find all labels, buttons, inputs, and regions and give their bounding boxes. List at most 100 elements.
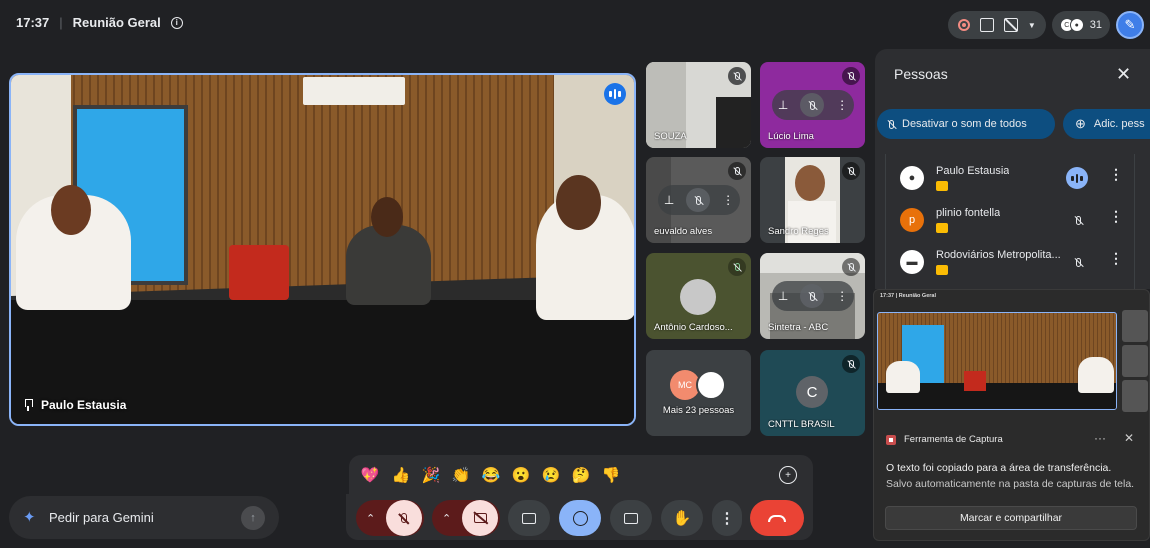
camera-toggle-button[interactable] <box>462 500 498 536</box>
pin-icon[interactable]: ⊥ <box>778 98 788 112</box>
close-icon[interactable]: ✕ <box>1116 64 1131 85</box>
markup-share-button[interactable]: Marcar e compartilhar <box>885 506 1137 530</box>
more-vert-icon[interactable]: ⋮ <box>722 193 734 207</box>
more-vert-icon[interactable]: ⋮ <box>836 98 848 112</box>
send-arrow-icon[interactable]: ↑ <box>241 505 265 530</box>
participant-tile[interactable]: ⊥ ⋮ Sintetra - ABC <box>760 253 865 339</box>
emoji-laugh[interactable]: 😂 <box>480 464 502 486</box>
emoji-reactions-button[interactable] <box>559 500 601 536</box>
tile-name: SOUZA <box>654 131 687 142</box>
participant-name: plinio fontella <box>936 207 1001 219</box>
captions-button[interactable] <box>610 500 652 536</box>
tile-name: Lúcio Lima <box>768 131 814 142</box>
host-badge-icon <box>936 265 948 275</box>
mute-participant-icon[interactable] <box>800 284 825 308</box>
more-people-tile[interactable]: MC Mais 23 pessoas <box>646 350 751 436</box>
main-video-tile[interactable]: Paulo Estausia <box>9 73 636 426</box>
participant-row[interactable]: ▬ Rodoviários Metropolita... ⋮ <box>900 244 1125 284</box>
toast-header: Ferramenta de Captura <box>886 434 1003 445</box>
emoji-surprised[interactable]: 😮 <box>510 464 532 486</box>
mute-participant-icon[interactable] <box>800 93 825 117</box>
participant-row[interactable]: p plinio fontella ⋮ <box>900 202 1125 242</box>
close-icon[interactable]: ✕ <box>1124 431 1134 445</box>
participant-tile[interactable]: C CNTTL BRASIL <box>760 350 865 436</box>
emoji-heart[interactable]: 💖 <box>359 464 381 486</box>
meeting-controls: ⌃ ⌃ ✋ ⋮ <box>346 494 813 540</box>
emoji-party[interactable]: 🎉 <box>420 464 442 486</box>
preview-header: 17:37 | Reunião Geral <box>880 293 936 299</box>
meeting-header: 17:37 | Reunião Geral i <box>16 15 183 30</box>
avatar <box>696 370 726 400</box>
emoji-sad[interactable]: 😢 <box>540 464 562 486</box>
avatar: ● <box>900 166 924 190</box>
participant-tile[interactable]: Antônio Cardoso... <box>646 253 751 339</box>
toast-app-name: Ferramenta de Captura <box>904 434 1003 445</box>
participant-tile[interactable]: ⊥ ⋮ Lúcio Lima <box>760 62 865 148</box>
emoji-thinking[interactable]: 🤔 <box>570 464 592 486</box>
hand-icon: ✋ <box>672 510 692 527</box>
mic-off-icon <box>728 162 746 180</box>
tile-name: euvaldo alves <box>654 226 713 237</box>
gemini-placeholder[interactable]: Pedir para Gemini <box>49 510 154 525</box>
add-people-button[interactable]: ⊕ Adic. pess <box>1063 109 1150 139</box>
snipping-tool-notification[interactable]: 17:37 | Reunião Geral Ferramenta de Capt… <box>873 289 1150 541</box>
more-vert-icon[interactable]: ⋮ <box>1109 250 1123 267</box>
end-call-button[interactable] <box>750 500 804 536</box>
present-screen-button[interactable] <box>508 500 550 536</box>
participant-tile[interactable]: Sandro Reges <box>760 157 865 243</box>
mic-off-icon[interactable] <box>1068 210 1088 230</box>
mic-toggle-button[interactable] <box>386 500 422 536</box>
tile-name: CNTTL BRASIL <box>768 419 835 430</box>
mic-off-icon <box>842 355 860 373</box>
panel-title: Pessoas <box>894 66 948 82</box>
pin-icon[interactable]: ⊥ <box>664 193 674 207</box>
emoji-thumbs-up[interactable]: 👍 <box>390 464 412 486</box>
mic-off-icon <box>401 513 407 523</box>
avatar: p <box>900 208 924 232</box>
mute-all-button[interactable]: Desativar o som de todos <box>877 109 1055 139</box>
capture-preview-image[interactable] <box>877 312 1117 410</box>
more-options-icon[interactable]: ··· <box>1094 431 1106 445</box>
smiley-icon <box>572 510 588 526</box>
people-count-pill[interactable]: C ● 31 <box>1051 11 1110 39</box>
captions-off-icon[interactable] <box>1003 18 1018 32</box>
more-vert-icon[interactable]: ⋮ <box>1109 166 1123 183</box>
gemini-sparkle-button[interactable]: ✎ <box>1116 11 1144 39</box>
raise-hand-button[interactable]: ✋ <box>661 500 703 536</box>
mic-off-icon <box>842 162 860 180</box>
edit-doc-icon[interactable] <box>979 18 994 32</box>
avatar-stack: C ● <box>1059 18 1084 32</box>
add-reaction-icon[interactable]: + <box>779 466 797 484</box>
tile-hover-controls: ⊥ ⋮ <box>658 185 740 215</box>
recording-tools-pill[interactable]: ▼ <box>947 11 1046 39</box>
tile-name: Sintetra - ABC <box>768 322 829 333</box>
person-center <box>346 197 431 305</box>
more-vert-icon[interactable]: ⋮ <box>836 289 848 303</box>
pin-icon[interactable]: ⊥ <box>778 289 788 303</box>
toast-submessage: Salvo automaticamente na pasta de captur… <box>886 478 1135 490</box>
more-options-button[interactable]: ⋮ <box>712 500 742 536</box>
participant-name: Paulo Estausia <box>936 165 1010 177</box>
recording-icon[interactable] <box>957 19 970 31</box>
present-icon <box>522 512 536 524</box>
person-left <box>16 185 131 310</box>
mute-participant-icon[interactable] <box>686 188 711 212</box>
mic-on-icon <box>728 258 746 276</box>
main-participant-name: Paulo Estausia <box>41 398 127 412</box>
participant-tile[interactable]: ⊥ ⋮ euvaldo alves <box>646 157 751 243</box>
gemini-prompt-bar[interactable]: Pedir para Gemini ↑ <box>9 496 279 539</box>
participants-count: 31 <box>1089 19 1102 31</box>
avatar-initials: MC <box>678 380 692 390</box>
mute-all-label: Desativar o som de todos <box>902 118 1027 130</box>
chevron-down-icon[interactable]: ▼ <box>1028 21 1036 30</box>
captions-icon <box>624 512 638 524</box>
pin-icon[interactable] <box>23 399 33 411</box>
emoji-thumbs-down[interactable]: 👎 <box>600 464 622 486</box>
info-icon[interactable]: i <box>170 16 183 29</box>
participant-tile[interactable]: SOUZA <box>646 62 751 148</box>
mic-off-icon[interactable] <box>1068 252 1088 272</box>
more-vert-icon[interactable]: ⋮ <box>1109 208 1123 225</box>
participant-row[interactable]: ● Paulo Estausia ⋮ <box>900 160 1125 200</box>
tile-hover-controls: ⊥ ⋮ <box>772 281 854 311</box>
emoji-clap[interactable]: 👏 <box>450 464 472 486</box>
